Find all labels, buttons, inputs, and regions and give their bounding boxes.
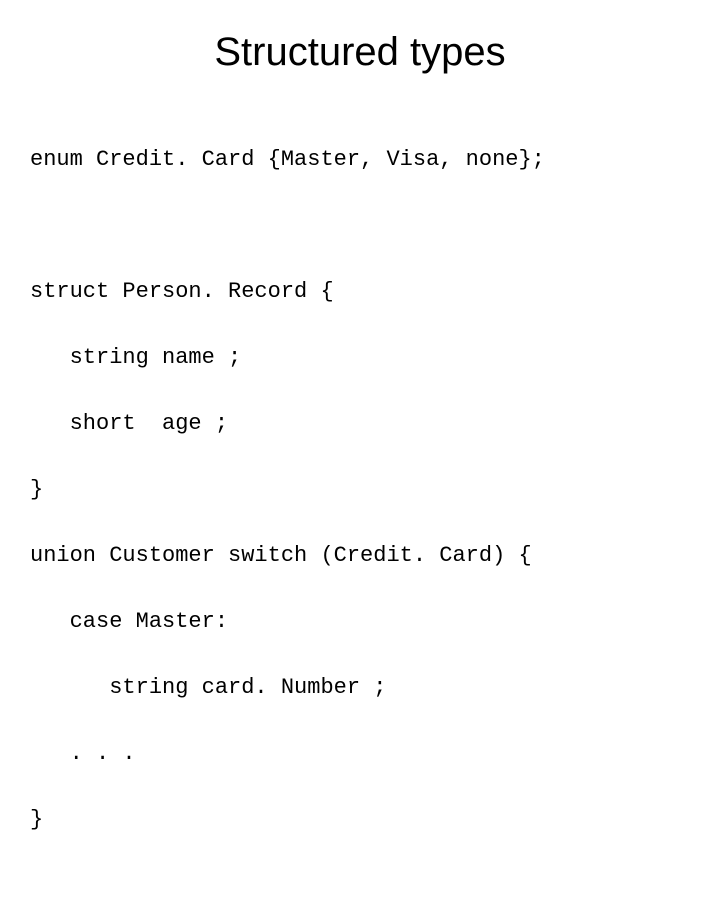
code-line: string name ; [30, 341, 700, 374]
code-line: string card. Number ; [30, 671, 700, 704]
slide-title: Structured types [20, 30, 700, 75]
code-line: } [30, 473, 700, 506]
code-line: } [30, 803, 700, 836]
code-line: short age ; [30, 407, 700, 440]
code-line: case Master: [30, 605, 700, 638]
code-line: . . . [30, 737, 700, 770]
blank-line [30, 209, 700, 242]
slide-container: Structured types enum Credit. Card {Mast… [0, 0, 720, 540]
code-block: enum Credit. Card {Master, Visa, none}; … [30, 110, 700, 902]
code-line: enum Credit. Card {Master, Visa, none}; [30, 143, 700, 176]
code-line: struct Person. Record { [30, 275, 700, 308]
code-line: union Customer switch (Credit. Card) { [30, 539, 700, 572]
